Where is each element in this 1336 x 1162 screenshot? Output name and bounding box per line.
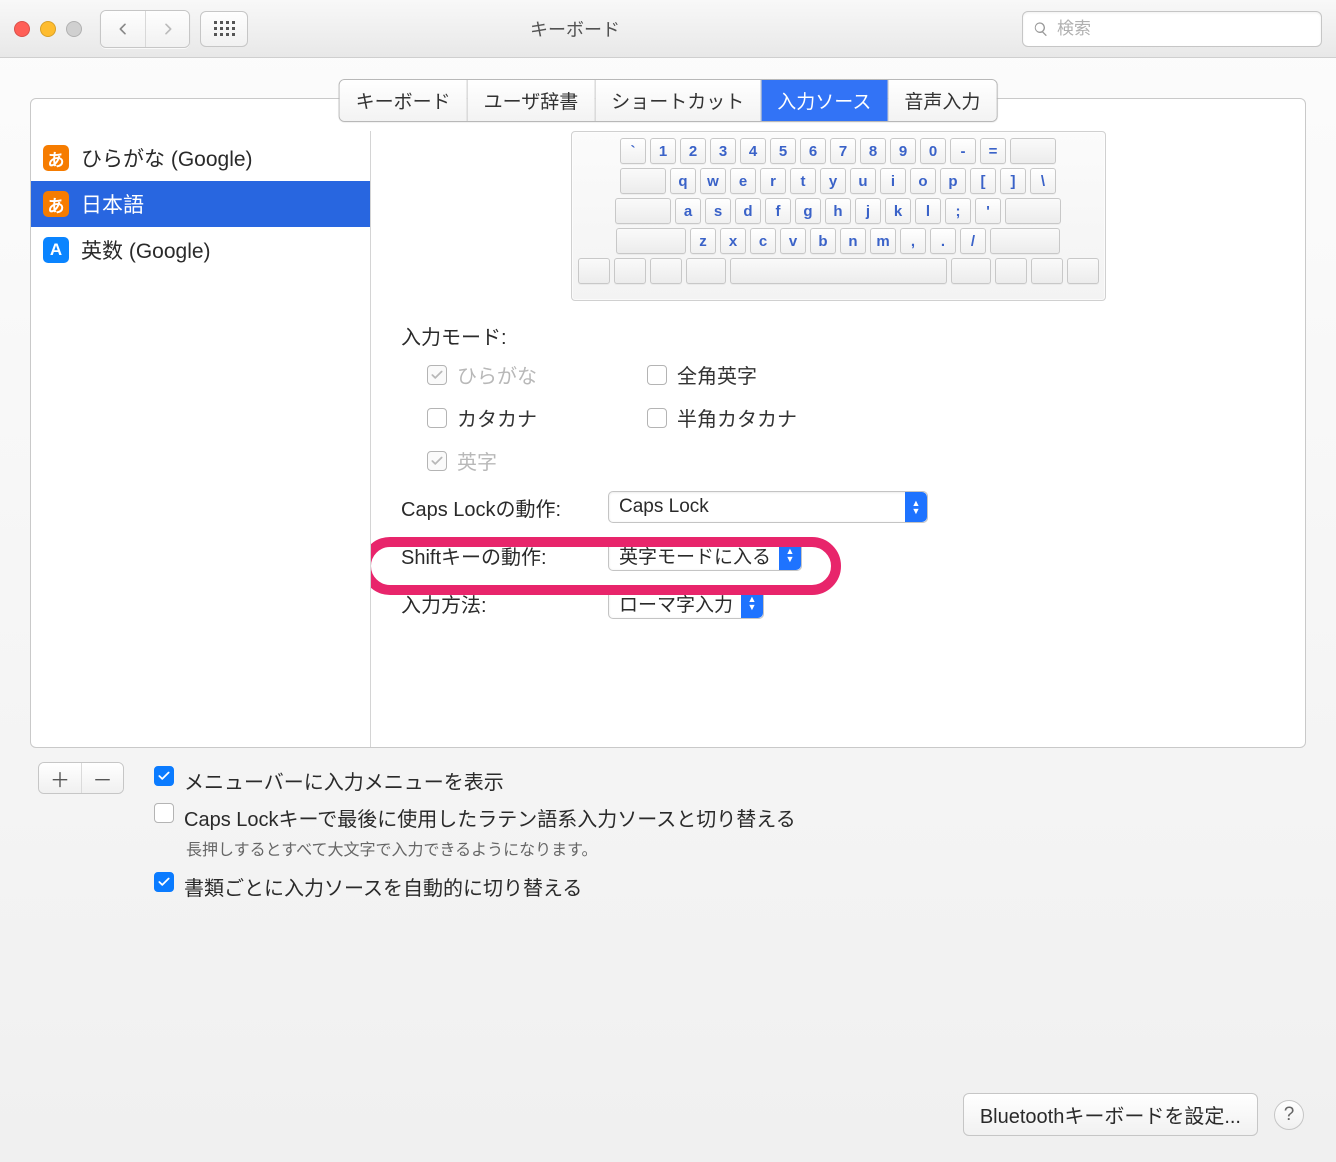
source-item-hiragana-google[interactable]: あ ひらがな (Google): [31, 135, 370, 181]
tab-dictation[interactable]: 音声入力: [887, 80, 996, 121]
hiragana-icon: あ: [43, 191, 69, 217]
input-mode-label: 入力モード:: [401, 321, 1275, 350]
search-icon: [1033, 21, 1049, 37]
tab-segmented-control: キーボード ユーザ辞書 ショートカット 入力ソース 音声入力: [339, 79, 998, 122]
close-window-button[interactable]: [14, 21, 30, 37]
shiftkey-row: Shiftキーの動作: 英字モードに入る ▲▼: [401, 539, 1275, 571]
alpha-icon: A: [43, 237, 69, 263]
capslock-row: Caps Lockの動作: Caps Lock ▲▼: [401, 491, 1275, 523]
mode-fullwidth-english[interactable]: 全角英字: [647, 360, 867, 389]
help-button[interactable]: ?: [1274, 1100, 1304, 1130]
window-controls: [14, 21, 82, 37]
checkbox-icon: [647, 365, 667, 385]
shiftkey-label: Shiftキーの動作:: [401, 541, 596, 570]
source-item-eisuu-google[interactable]: A 英数 (Google): [31, 227, 370, 273]
source-label: ひらがな (Google): [81, 143, 253, 173]
opt-capslock-hint: 長押しするとすべて大文字で入力できるようになります。: [186, 836, 1306, 868]
global-options: メニューバーに入力メニューを表示 Caps Lockキーで最後に使用したラテン語…: [154, 762, 1306, 905]
shiftkey-select[interactable]: 英字モードに入る ▲▼: [608, 539, 802, 571]
titlebar: キーボード: [0, 0, 1336, 58]
split-view: あ ひらがな (Google) あ 日本語 A 英数 (Google) `123…: [31, 99, 1305, 747]
tab-keyboard[interactable]: キーボード: [340, 80, 467, 121]
checkbox-icon: [427, 365, 447, 385]
mode-english: 英字: [427, 446, 647, 475]
mode-halfwidth-katakana[interactable]: 半角カタカナ: [647, 403, 867, 432]
tab-shortcuts[interactable]: ショートカット: [594, 80, 760, 121]
below-pane: ＋ － メニューバーに入力メニューを表示 Caps Lockキーで最後に使用した…: [30, 762, 1306, 905]
stepper-icon: ▲▼: [905, 492, 927, 522]
source-label: 英数 (Google): [81, 235, 211, 265]
checkbox-icon: [647, 408, 667, 428]
input-method-row: 入力方法: ローマ字入力 ▲▼: [401, 587, 1275, 619]
mode-hiragana: ひらがな: [427, 360, 647, 389]
opt-capslock-switch[interactable]: Caps Lockキーで最後に使用したラテン語系入力ソースと切り替える: [154, 799, 1306, 836]
search-input[interactable]: [1057, 19, 1311, 39]
source-label: 日本語: [81, 189, 144, 219]
fullscreen-window-button[interactable]: [66, 21, 82, 37]
add-remove-group: ＋ －: [38, 762, 124, 794]
add-source-button[interactable]: ＋: [39, 763, 81, 793]
tab-user-dictionary[interactable]: ユーザ辞書: [467, 80, 595, 121]
checkbox-icon: [154, 803, 174, 823]
bluetooth-keyboard-button[interactable]: Bluetoothキーボードを設定...: [963, 1093, 1258, 1136]
tab-input-sources[interactable]: 入力ソース: [760, 80, 887, 121]
input-method-label: 入力方法:: [401, 589, 596, 618]
opt-auto-switch-per-document[interactable]: 書類ごとに入力ソースを自動的に切り替える: [154, 868, 1306, 905]
input-sources-list[interactable]: あ ひらがな (Google) あ 日本語 A 英数 (Google): [31, 131, 371, 747]
capslock-label: Caps Lockの動作:: [401, 493, 596, 522]
capslock-select[interactable]: Caps Lock ▲▼: [608, 491, 928, 523]
system-preferences-window: キーボード キーボード ユーザ辞書 ショートカット 入力ソース 音声入力 あ ひ…: [0, 0, 1336, 1162]
stepper-icon: ▲▼: [741, 588, 763, 618]
keyboard-layout-preview: `1234567890-=. .qwertyuiop[]\ .asdfghjkl…: [571, 131, 1106, 301]
checkbox-icon: [154, 872, 174, 892]
checkbox-icon: [427, 408, 447, 428]
footer: Bluetoothキーボードを設定... ?: [963, 1093, 1304, 1136]
hiragana-icon: あ: [43, 145, 69, 171]
input-mode-grid: ひらがな 全角英字 カタカナ 半角カタカナ: [427, 360, 1275, 475]
source-item-japanese[interactable]: あ 日本語: [31, 181, 370, 227]
pane-frame: キーボード ユーザ辞書 ショートカット 入力ソース 音声入力 あ ひらがな (G…: [30, 98, 1306, 748]
content-area: キーボード ユーザ辞書 ショートカット 入力ソース 音声入力 あ ひらがな (G…: [0, 58, 1336, 925]
mode-katakana[interactable]: カタカナ: [427, 403, 647, 432]
input-method-select[interactable]: ローマ字入力 ▲▼: [608, 587, 764, 619]
opt-show-input-menu[interactable]: メニューバーに入力メニューを表示: [154, 762, 1306, 799]
minimize-window-button[interactable]: [40, 21, 56, 37]
window-title: キーボード: [128, 16, 1022, 42]
search-field[interactable]: [1022, 11, 1322, 47]
checkbox-icon: [427, 451, 447, 471]
stepper-icon: ▲▼: [779, 540, 801, 570]
checkbox-icon: [154, 766, 174, 786]
remove-source-button[interactable]: －: [81, 763, 123, 793]
source-detail-panel: `1234567890-=. .qwertyuiop[]\ .asdfghjkl…: [371, 131, 1305, 747]
